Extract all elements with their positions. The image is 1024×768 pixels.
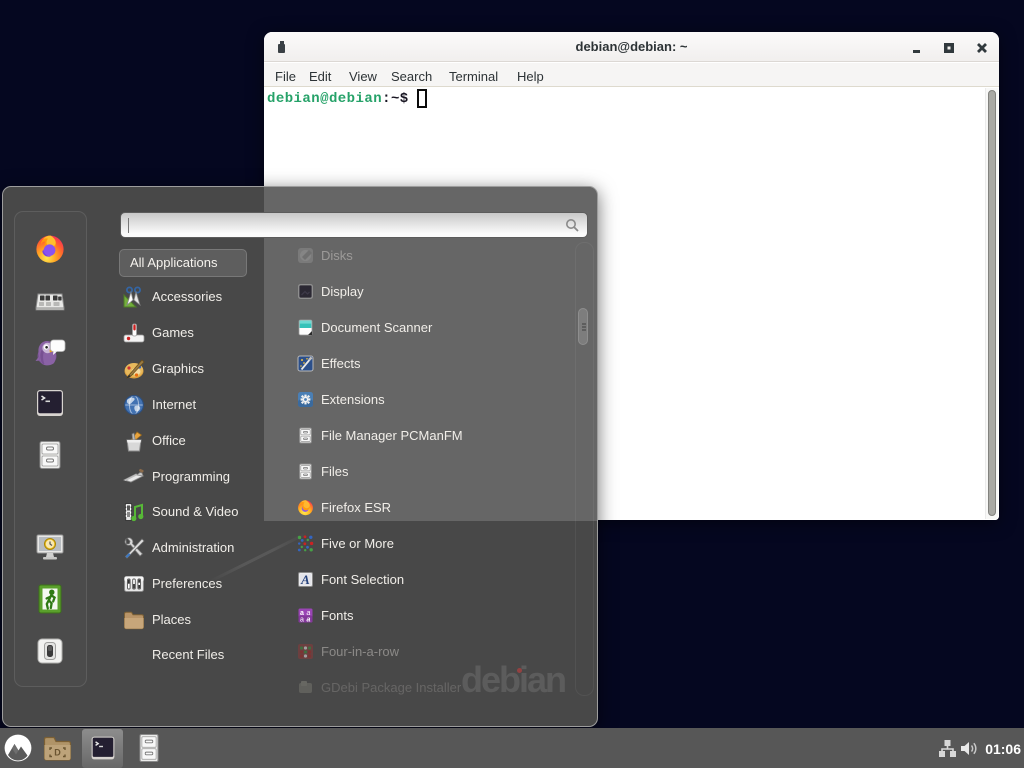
svg-text:a: a: [300, 617, 304, 624]
svg-text:A: A: [300, 572, 310, 587]
svg-text:D: D: [54, 748, 61, 758]
svg-text:a: a: [307, 617, 311, 624]
